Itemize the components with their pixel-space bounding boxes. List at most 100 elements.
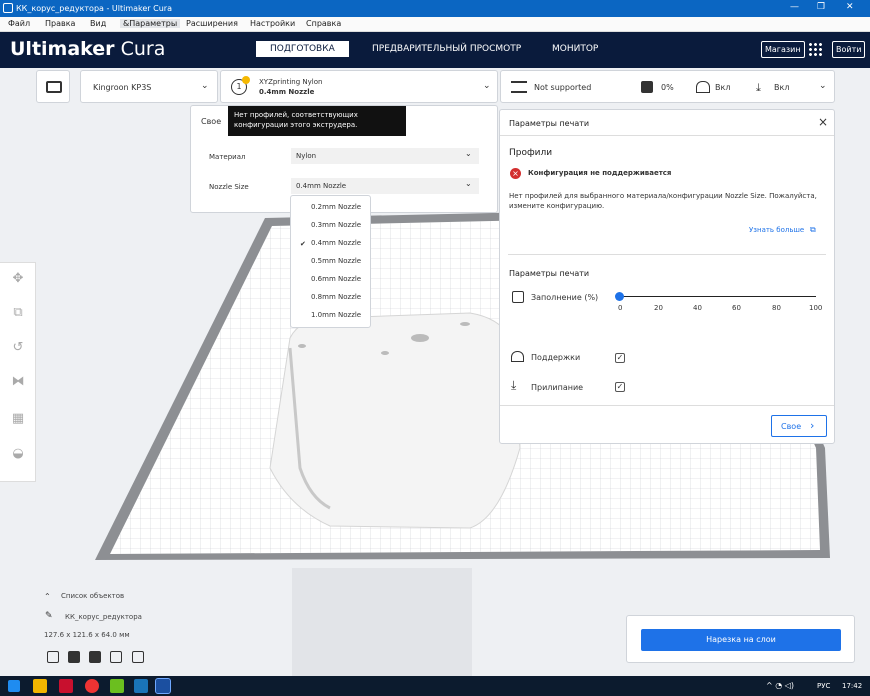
- object-dimensions: 127.6 x 121.6 x 64.0 мм: [44, 631, 130, 639]
- chevron-up-icon[interactable]: ⌃: [44, 592, 51, 601]
- app-icon-teal[interactable]: [134, 679, 148, 693]
- cura-taskbar-icon[interactable]: [155, 678, 171, 694]
- mirror-tool-icon[interactable]: ⧓: [9, 374, 27, 392]
- scale-tool-icon[interactable]: ⧉: [9, 305, 27, 323]
- view-right-icon[interactable]: [132, 651, 144, 663]
- tab-prepare[interactable]: ПОДГОТОВКА: [256, 41, 349, 57]
- view-left-icon[interactable]: [110, 651, 122, 663]
- window-title: КК_корус_редуктора - Ultimaker Cura: [16, 4, 172, 13]
- explorer-icon[interactable]: [33, 679, 47, 693]
- infill-slider[interactable]: [620, 296, 816, 297]
- infill-tick: 60: [732, 304, 741, 312]
- login-button[interactable]: Войти: [832, 41, 866, 58]
- view-3d-icon[interactable]: [47, 651, 59, 663]
- object-name: КК_корус_редуктора: [65, 613, 142, 621]
- rotate-tool-icon[interactable]: ↺: [9, 340, 27, 358]
- support-label: Поддержки: [531, 353, 581, 362]
- nozzle-option[interactable]: 0.8mm Nozzle: [291, 289, 372, 306]
- language-indicator[interactable]: РУС: [817, 682, 830, 690]
- chevron-right-icon: ›: [810, 419, 815, 432]
- app-logo: Ultimaker Cura: [10, 38, 166, 60]
- menu-edit[interactable]: Правка: [45, 19, 75, 28]
- title-bar: КК_корус_редуктора - Ultimaker Cura — ❐ …: [0, 0, 870, 17]
- nozzle-option[interactable]: 0.6mm Nozzle: [291, 271, 372, 288]
- material-value: Nylon: [296, 152, 317, 160]
- infill-slider-handle[interactable]: [615, 292, 624, 301]
- menu-file[interactable]: Файл: [8, 19, 30, 28]
- extruder-selector[interactable]: 1 XYZprinting Nylon 0.4mm Nozzle ⌄: [220, 70, 498, 103]
- sliders-icon: [511, 81, 527, 93]
- menu-bar: Файл Правка Вид &Параметры Расширения На…: [0, 17, 870, 32]
- chevron-down-icon: ⌄: [483, 81, 491, 91]
- panel-title: Параметры печати: [509, 119, 590, 128]
- adhesion-label: Прилипание: [531, 383, 584, 392]
- browser-icon[interactable]: [85, 679, 99, 693]
- external-link-icon: ⧉: [810, 225, 816, 234]
- custom-settings-label: Свое: [781, 422, 802, 431]
- infill-label: Заполнение (%): [531, 293, 599, 302]
- move-tool-icon[interactable]: ✥: [9, 271, 27, 289]
- adhesion-checkbox[interactable]: ✓: [615, 382, 625, 392]
- printer-name: Kingroon KP3S: [93, 83, 152, 92]
- tab-preview[interactable]: ПРЕДВАРИТЕЛЬНЫЙ ПРОСМОТР: [372, 44, 521, 54]
- infill-tick: 100: [809, 304, 823, 312]
- custom-settings-button[interactable]: Свое ›: [771, 415, 827, 437]
- infill-icon: [641, 81, 653, 93]
- maximize-button[interactable]: ❐: [817, 2, 825, 12]
- error-icon: ×: [510, 168, 521, 179]
- slice-button[interactable]: Нарезка на слои: [641, 629, 841, 651]
- app-icon-red[interactable]: [59, 679, 73, 693]
- infill-checkbox[interactable]: [512, 291, 524, 303]
- menu-view[interactable]: Вид: [90, 19, 106, 28]
- checkmark-icon: ✔: [300, 240, 306, 248]
- nozzle-option[interactable]: 1.0mm Nozzle: [291, 307, 372, 324]
- header-bar: Ultimaker Cura ПОДГОТОВКА ПРЕДВАРИТЕЛЬНЫ…: [0, 32, 870, 68]
- marketplace-button[interactable]: Магазин: [761, 41, 805, 58]
- nozzle-dropdown[interactable]: 0.4mm Nozzle ⌄: [291, 178, 479, 194]
- menu-settings[interactable]: &Параметры: [120, 19, 181, 28]
- nozzle-option[interactable]: 0.3mm Nozzle: [291, 217, 372, 234]
- print-settings-selector[interactable]: Not supported 0% Вкл ⤓ Вкл ⌄: [500, 70, 835, 103]
- tooltip: Нет профилей, соответствующих конфигурац…: [228, 106, 406, 136]
- pencil-icon[interactable]: ✎: [45, 611, 53, 621]
- minimize-button[interactable]: —: [790, 2, 799, 12]
- menu-help[interactable]: Справка: [306, 19, 341, 28]
- divider: [508, 254, 826, 255]
- clock[interactable]: 17:42: [842, 682, 862, 690]
- support-checkbox[interactable]: ✓: [615, 353, 625, 363]
- start-icon[interactable]: [8, 680, 20, 692]
- infill-tick: 80: [772, 304, 781, 312]
- menu-preferences[interactable]: Настройки: [250, 19, 295, 28]
- material-dropdown[interactable]: Nylon ⌄: [291, 148, 479, 164]
- menu-extensions[interactable]: Расширения: [186, 19, 238, 28]
- infill-tick: 0: [618, 304, 623, 312]
- infill-tick: 20: [654, 304, 663, 312]
- object-list-toggle[interactable]: Список объектов: [61, 592, 124, 600]
- infill-tick: 40: [693, 304, 702, 312]
- printer-selector[interactable]: Kingroon KP3S ⌄: [80, 70, 218, 103]
- view-front-icon[interactable]: [68, 651, 80, 663]
- support-blocker-icon[interactable]: ◒: [9, 446, 27, 464]
- chevron-down-icon: ⌄: [465, 179, 472, 188]
- close-icon[interactable]: ×: [818, 115, 828, 129]
- close-button[interactable]: ✕: [846, 2, 854, 12]
- tray-icons: ^ ◔ ◁): [766, 681, 795, 690]
- view-top-icon[interactable]: [89, 651, 101, 663]
- nozzle-option[interactable]: 0.2mm Nozzle: [291, 199, 372, 216]
- apps-grid-icon[interactable]: [808, 42, 822, 56]
- open-file-button[interactable]: [36, 70, 70, 103]
- adhesion-value: Вкл: [774, 83, 790, 92]
- adhesion-icon: ⤓: [756, 81, 761, 94]
- app-icon: [3, 3, 13, 13]
- app-icon-green[interactable]: [110, 679, 124, 693]
- tab-custom[interactable]: Свое: [201, 117, 221, 126]
- per-model-settings-icon[interactable]: ▦: [9, 411, 27, 429]
- slice-panel: Нарезка на слои: [626, 615, 855, 663]
- learn-more-link[interactable]: Узнать больше: [749, 226, 804, 234]
- print-settings-panel: Параметры печати × Профили × Конфигураци…: [499, 109, 835, 444]
- profile-name: Not supported: [534, 83, 592, 92]
- chevron-down-icon: ⌄: [201, 81, 209, 91]
- tab-monitor[interactable]: МОНИТОР: [552, 44, 598, 54]
- tool-sidebar: ✥ ⧉ ↺ ⧓ ▦ ◒: [0, 262, 36, 482]
- nozzle-option[interactable]: 0.5mm Nozzle: [291, 253, 372, 270]
